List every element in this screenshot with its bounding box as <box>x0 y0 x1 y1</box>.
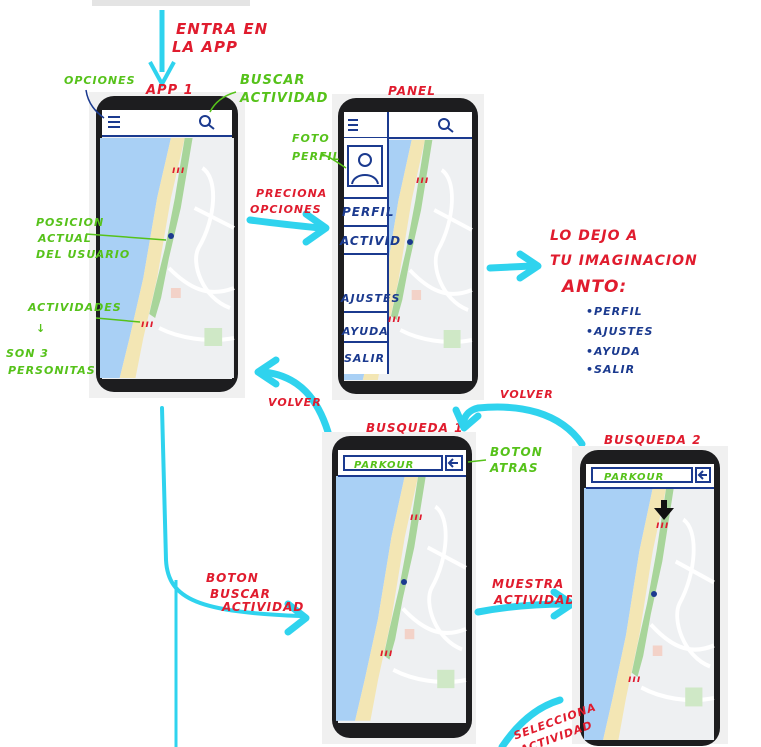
label-panel: PANEL <box>388 84 436 98</box>
label-boton-atras-2: ATRAS <box>489 461 539 475</box>
svg-text:ııı: ııı <box>380 648 393 659</box>
label-boton-buscar-3: ACTIVIDAD <box>221 600 304 614</box>
anto-item-ayuda: •AYUDA <box>586 345 641 358</box>
label-posicion-3: DEL USUARIO <box>36 248 130 261</box>
label-boton-buscar-2: BUSCAR <box>210 587 271 601</box>
anto-item-perfil: •PERFIL <box>586 305 643 318</box>
label-preciona-1: PRECIONA <box>256 187 327 200</box>
label-volver-1: VOLVER <box>268 396 322 409</box>
label-actividades: ACTIVIDADES <box>27 301 122 314</box>
label-foto-1: FOTO <box>292 132 330 145</box>
label-entra-1: ENTRA EN <box>176 20 268 38</box>
svg-text:ııı: ııı <box>628 674 641 685</box>
label-volver-2: VOLVER <box>500 388 554 401</box>
label-app1: APP 1 <box>145 83 194 98</box>
label-busqueda2: BUSQUEDA 2 <box>604 433 701 447</box>
arrow-volver-2 <box>460 403 586 448</box>
phone-busqueda1: PARKOUR ııı ııı <box>322 432 476 744</box>
arrow-to-panel <box>246 216 324 232</box>
search-value: PARKOUR <box>604 472 664 483</box>
svg-text:↓: ↓ <box>36 322 46 335</box>
label-preciona-2: OPCIONES <box>250 203 322 216</box>
phone-panel: ııı ııı PERFIL ACTIVID AJUSTES AYUDA SAL… <box>332 94 484 400</box>
label-son3-1: SON 3 <box>6 347 49 360</box>
label-boton-buscar-1: BOTON <box>206 571 259 585</box>
label-opciones: OPCIONES <box>64 74 136 87</box>
label-dejo-1: LO DEJO A <box>550 228 638 244</box>
menu-item-ajustes[interactable]: AJUSTES <box>340 292 400 305</box>
svg-text:ııı: ııı <box>410 512 423 523</box>
prev-screen-edge <box>92 0 250 6</box>
label-anto: ANTO: <box>560 277 627 297</box>
label-dejo-2: TU IMAGINACION <box>550 253 698 269</box>
flow-diagram: ENTRA EN LA APP ııı ııı APP 1 OPCIONES B… <box>6 0 728 747</box>
label-entra-2: LA APP <box>172 38 238 56</box>
label-foto-2: PERFIL <box>292 150 341 163</box>
phone-busqueda2: PARKOUR ııı ııı <box>572 446 728 746</box>
svg-text:ııı: ııı <box>656 520 669 531</box>
label-buscar-2: ACTIVIDAD <box>239 91 328 106</box>
menu-item-perfil[interactable]: PERFIL <box>342 205 395 219</box>
activity-marker-2: ııı <box>141 319 154 330</box>
anto-item-salir: •SALIR <box>586 363 635 376</box>
label-muestra-1: MUESTRA <box>492 577 564 591</box>
search-value: PARKOUR <box>354 460 414 471</box>
activity-marker-1: ııı <box>172 165 185 176</box>
label-posicion-1: POSICION <box>36 216 104 229</box>
menu-item-actividades[interactable]: ACTIVID <box>339 234 401 248</box>
label-muestra-2: ACTIVIDAD <box>493 593 576 607</box>
menu-item-ayuda[interactable]: AYUDA <box>341 325 389 338</box>
label-buscar-1: BUSCAR <box>240 73 305 88</box>
phone-app1: ııı ııı <box>89 92 245 398</box>
svg-text:ııı: ııı <box>388 314 401 325</box>
label-son3-2: PERSONITAS <box>8 364 96 377</box>
anto-item-ajustes: •AJUSTES <box>586 325 653 338</box>
menu-item-salir[interactable]: SALIR <box>344 352 385 365</box>
label-boton-atras-1: BOTON <box>490 445 543 459</box>
label-posicion-2: ACTUAL <box>37 232 92 245</box>
arrow-to-imagination <box>486 262 536 272</box>
user-location-marker <box>168 233 174 239</box>
svg-text:ııı: ııı <box>416 175 429 186</box>
label-busqueda1: BUSQUEDA 1 <box>366 421 463 435</box>
